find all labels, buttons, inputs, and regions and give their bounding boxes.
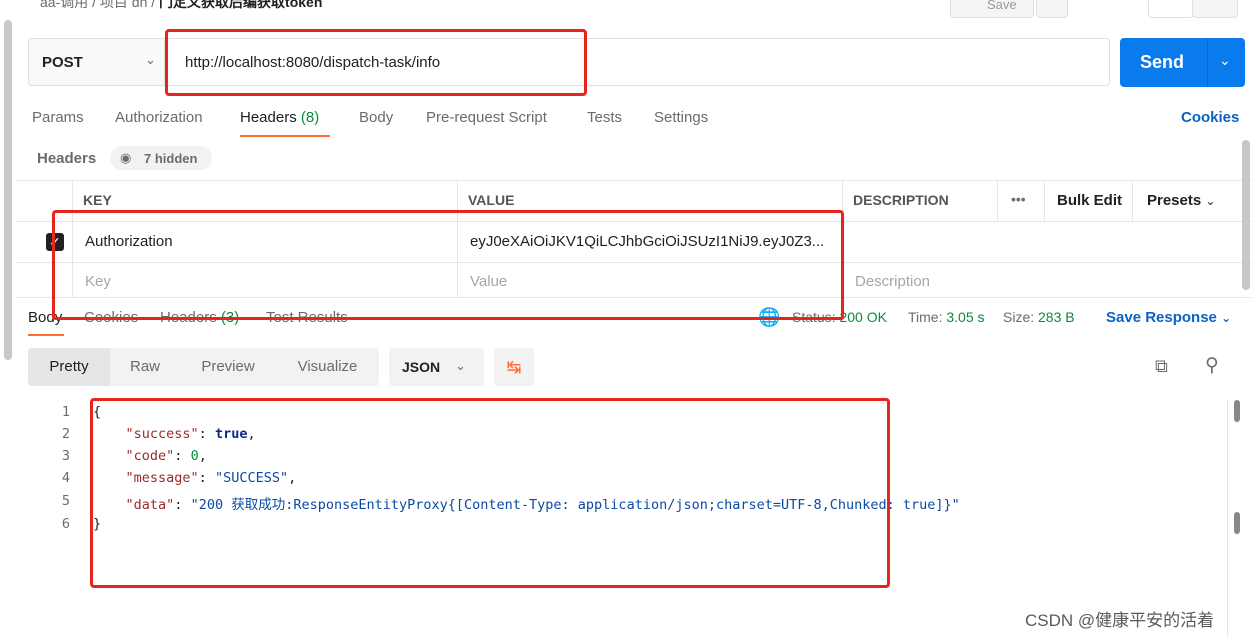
language-label: JSON (402, 359, 441, 375)
mode-preview[interactable]: Preview (180, 348, 276, 386)
headers-section-title: Headers (37, 150, 97, 167)
eye-icon: ◉ (120, 150, 132, 165)
breadcrumb: aa-调用 / 项目 dn / 门定义获取后编获取token (40, 0, 322, 12)
annotation-box-response (90, 398, 890, 588)
save-response-button[interactable]: Save Response ⌄ (1106, 309, 1231, 326)
format-mode-group: Pretty Raw Preview Visualize (28, 348, 379, 386)
tab-pre-request-script[interactable]: Pre-request Script (426, 109, 547, 126)
editor-scroll-marker[interactable] (1234, 400, 1240, 422)
chevron-down-icon: ⌄ (145, 52, 156, 67)
col-divider (997, 181, 998, 221)
wrap-lines-icon[interactable]: ↹ (494, 348, 534, 386)
tab-params[interactable]: Params (32, 109, 84, 126)
watermark: CSDN @健康平安的活着 (1025, 611, 1215, 630)
col-divider (1044, 181, 1045, 221)
mode-pretty[interactable]: Pretty (28, 348, 110, 386)
new-description-input[interactable]: Description (855, 273, 930, 290)
tab-body[interactable]: Body (359, 109, 393, 126)
presets-dropdown[interactable]: Presets ⌄ (1147, 192, 1215, 209)
chevron-down-icon: ⌄ (1205, 194, 1216, 208)
left-scrollbar[interactable] (4, 20, 12, 360)
line-number: 1 (61, 404, 70, 420)
bulk-edit-button[interactable]: Bulk Edit (1057, 192, 1122, 209)
chevron-down-icon: ⌄ (455, 358, 466, 373)
tab-tests[interactable]: Tests (587, 109, 622, 126)
save-button[interactable]: Save (950, 0, 1034, 18)
editor-scroll-marker[interactable] (1234, 512, 1240, 534)
annotation-box-headers (52, 210, 844, 320)
line-number: 6 (61, 516, 70, 532)
time-meta[interactable]: Time: 3.05 s (908, 309, 985, 325)
time-value: 3.05 s (946, 309, 985, 325)
hidden-headers-toggle[interactable]: ◉ 7 hidden (110, 146, 212, 170)
chevron-down-icon: ⌄ (1219, 52, 1231, 68)
active-response-tab-indicator (28, 334, 64, 336)
send-dropdown-button[interactable]: ⌄ (1207, 38, 1245, 87)
col-divider (1132, 181, 1133, 221)
copy-icon[interactable]: ⧉ (1155, 356, 1168, 377)
line-number: 3 (61, 448, 70, 464)
time-label: Time: (908, 309, 943, 325)
tab-headers-count: (8) (300, 109, 320, 126)
breadcrumb-current: 门定义获取后编获取token (159, 0, 323, 10)
chevron-down-icon: ⌄ (1221, 311, 1232, 325)
more-options-button[interactable]: ••• (1011, 191, 1026, 207)
annotation-box-url (165, 29, 587, 96)
tab-settings[interactable]: Settings (654, 109, 708, 126)
tab-headers-label: Headers (240, 109, 297, 126)
line-number: 5 (61, 493, 70, 509)
editor-divider (1227, 400, 1228, 636)
method-label: POST (42, 54, 83, 71)
send-label: Send (1140, 52, 1185, 72)
save-label: Save (987, 0, 1017, 12)
method-select[interactable]: POST ⌄ (28, 38, 164, 86)
line-number: 4 (61, 470, 70, 486)
right-scrollbar[interactable] (1242, 140, 1250, 290)
column-header-value: VALUE (468, 192, 515, 208)
size-meta[interactable]: Size: 283 B (1003, 309, 1075, 325)
tab-authorization[interactable]: Authorization (115, 109, 203, 126)
cookies-link[interactable]: Cookies (1181, 109, 1239, 126)
send-button[interactable]: Send (1120, 38, 1207, 87)
top-strip: aa-调用 / 项目 dn / 门定义获取后编获取token Save (0, 0, 1252, 22)
breadcrumb-parent[interactable]: aa-调用 / 项目 dn / (40, 0, 155, 10)
mode-visualize[interactable]: Visualize (276, 348, 379, 386)
save-response-label: Save Response (1106, 309, 1217, 326)
search-icon[interactable]: ⚲ (1205, 354, 1219, 377)
column-header-description: DESCRIPTION (853, 192, 949, 208)
save-dropdown-button[interactable] (1036, 0, 1068, 18)
tab-headers[interactable]: Headers (8) (240, 109, 319, 126)
comments-button[interactable] (1192, 0, 1238, 18)
active-tab-indicator (240, 135, 330, 137)
status-value: 200 OK (839, 309, 887, 325)
language-select[interactable]: JSON ⌄ (389, 348, 484, 386)
presets-label: Presets (1147, 192, 1202, 209)
edit-button[interactable] (1148, 0, 1194, 18)
line-number: 2 (61, 426, 70, 442)
size-value: 283 B (1038, 309, 1075, 325)
size-label: Size: (1003, 309, 1035, 325)
column-header-key: KEY (83, 192, 112, 208)
mode-raw[interactable]: Raw (110, 348, 180, 386)
hidden-headers-label: 7 hidden (144, 151, 198, 166)
